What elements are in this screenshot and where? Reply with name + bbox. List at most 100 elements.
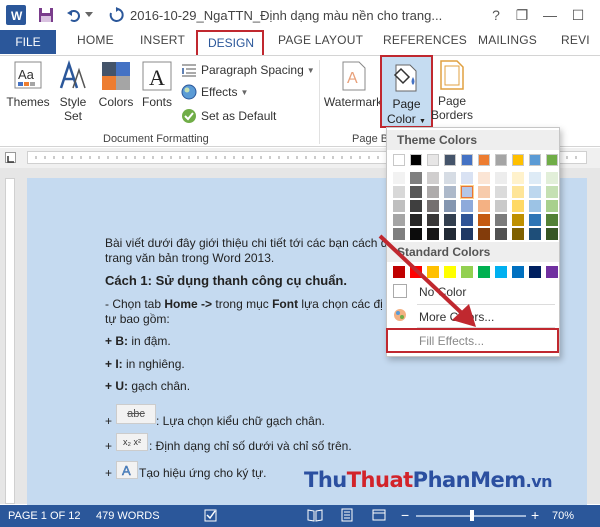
zoom-slider-thumb[interactable] bbox=[470, 510, 474, 521]
theme-color-swatch[interactable] bbox=[529, 154, 541, 166]
zoom-in-button[interactable]: + bbox=[531, 507, 539, 523]
tab-mailings[interactable]: MAILINGS bbox=[478, 33, 537, 47]
theme-shade-swatch[interactable] bbox=[512, 228, 524, 240]
themes-button[interactable]: Aa Themes bbox=[6, 60, 50, 109]
tab-references[interactable]: REFERENCES bbox=[383, 33, 467, 47]
theme-shade-swatch[interactable] bbox=[546, 172, 558, 184]
page-borders-button[interactable]: Page Borders bbox=[431, 59, 473, 122]
theme-shade-swatch[interactable] bbox=[393, 172, 405, 184]
word-logo-icon[interactable]: W bbox=[6, 5, 26, 25]
theme-shade-swatch[interactable] bbox=[427, 228, 439, 240]
theme-shade-swatch[interactable] bbox=[410, 172, 422, 184]
standard-color-swatch[interactable] bbox=[478, 266, 490, 278]
theme-shade-swatch[interactable] bbox=[546, 186, 558, 198]
theme-shade-swatch[interactable] bbox=[512, 200, 524, 212]
colors-button[interactable]: Colors bbox=[96, 60, 136, 109]
theme-shade-swatch[interactable] bbox=[410, 214, 422, 226]
theme-shade-swatch[interactable] bbox=[495, 172, 507, 184]
word-count[interactable]: 479 WORDS bbox=[96, 510, 160, 522]
standard-color-swatch[interactable] bbox=[529, 266, 541, 278]
theme-shade-swatch[interactable] bbox=[546, 200, 558, 212]
theme-shade-swatch[interactable] bbox=[461, 228, 473, 240]
theme-shade-swatch[interactable] bbox=[529, 214, 541, 226]
theme-shade-swatch[interactable] bbox=[478, 214, 490, 226]
effects-button[interactable]: Effects ▼ bbox=[181, 84, 248, 100]
standard-color-swatch[interactable] bbox=[512, 266, 524, 278]
theme-shade-swatch[interactable] bbox=[478, 172, 490, 184]
undo-icon[interactable] bbox=[64, 5, 84, 25]
tab-review[interactable]: REVI bbox=[561, 33, 590, 47]
theme-shade-swatch[interactable] bbox=[546, 228, 558, 240]
theme-shade-swatch[interactable] bbox=[461, 200, 473, 212]
standard-color-swatch[interactable] bbox=[444, 266, 456, 278]
no-color-item[interactable]: No Color bbox=[419, 285, 466, 299]
standard-color-swatch[interactable] bbox=[495, 266, 507, 278]
theme-shade-swatch[interactable] bbox=[495, 186, 507, 198]
tab-home[interactable]: HOME bbox=[77, 33, 114, 47]
theme-shade-swatch[interactable] bbox=[427, 186, 439, 198]
theme-color-swatch[interactable] bbox=[410, 154, 422, 166]
theme-shade-swatch[interactable] bbox=[444, 228, 456, 240]
help-button[interactable]: ? bbox=[484, 4, 508, 26]
theme-shade-swatch[interactable] bbox=[512, 186, 524, 198]
web-layout-icon[interactable] bbox=[372, 508, 386, 525]
theme-shade-swatch[interactable] bbox=[444, 214, 456, 226]
theme-shade-swatch[interactable] bbox=[444, 172, 456, 184]
more-colors-item[interactable]: More Colors... bbox=[419, 310, 494, 324]
tab-insert[interactable]: INSERT bbox=[140, 33, 185, 47]
theme-shade-swatch[interactable] bbox=[512, 214, 524, 226]
theme-shade-swatch[interactable] bbox=[393, 200, 405, 212]
theme-shade-swatch[interactable] bbox=[529, 228, 541, 240]
theme-shade-swatch[interactable] bbox=[444, 186, 456, 198]
print-layout-icon[interactable] bbox=[340, 508, 354, 525]
theme-shade-swatch[interactable] bbox=[461, 172, 473, 184]
theme-shade-swatch[interactable] bbox=[410, 186, 422, 198]
standard-color-swatch[interactable] bbox=[410, 266, 422, 278]
theme-color-swatch[interactable] bbox=[546, 154, 558, 166]
theme-shade-swatch[interactable] bbox=[478, 186, 490, 198]
theme-color-swatch[interactable] bbox=[478, 154, 490, 166]
minimize-button[interactable]: — bbox=[538, 4, 562, 26]
theme-shade-swatch[interactable] bbox=[410, 200, 422, 212]
vertical-ruler[interactable] bbox=[5, 178, 15, 504]
paragraph-spacing-button[interactable]: Paragraph Spacing ▼ bbox=[181, 62, 315, 78]
set-as-default-button[interactable]: Set as Default bbox=[181, 108, 276, 124]
theme-shade-swatch[interactable] bbox=[495, 214, 507, 226]
fonts-button[interactable]: A Fonts bbox=[140, 60, 174, 109]
theme-shade-swatch[interactable] bbox=[529, 200, 541, 212]
maximize-button[interactable]: ☐ bbox=[566, 4, 590, 26]
theme-color-swatch[interactable] bbox=[393, 154, 405, 166]
style-set-button[interactable]: Style Set bbox=[55, 60, 91, 123]
standard-color-swatch[interactable] bbox=[427, 266, 439, 278]
ribbon-display-options-button[interactable]: ❐ bbox=[510, 4, 534, 26]
theme-shade-swatch[interactable] bbox=[427, 214, 439, 226]
standard-color-swatch[interactable] bbox=[393, 266, 405, 278]
theme-shade-swatch[interactable] bbox=[529, 186, 541, 198]
theme-shade-swatch[interactable] bbox=[393, 186, 405, 198]
zoom-out-button[interactable]: − bbox=[401, 507, 409, 523]
theme-shade-swatch[interactable] bbox=[461, 214, 473, 226]
theme-shade-swatch[interactable] bbox=[512, 172, 524, 184]
theme-shade-swatch[interactable] bbox=[495, 228, 507, 240]
theme-shade-swatch[interactable] bbox=[427, 200, 439, 212]
theme-shade-swatch[interactable] bbox=[546, 214, 558, 226]
redo-icon[interactable] bbox=[106, 5, 126, 25]
tab-page-layout[interactable]: PAGE LAYOUT bbox=[278, 33, 363, 47]
theme-shade-swatch[interactable] bbox=[495, 200, 507, 212]
theme-shade-swatch[interactable] bbox=[529, 172, 541, 184]
tab-file[interactable]: FILE bbox=[0, 30, 56, 54]
theme-color-swatch[interactable] bbox=[495, 154, 507, 166]
read-mode-icon[interactable] bbox=[307, 508, 323, 525]
save-icon[interactable] bbox=[36, 5, 56, 25]
theme-shade-swatch[interactable] bbox=[427, 172, 439, 184]
theme-shade-swatch[interactable] bbox=[410, 228, 422, 240]
proofing-icon[interactable] bbox=[204, 508, 218, 525]
page-color-button[interactable]: Page Color ▼ bbox=[380, 55, 433, 128]
theme-shade-swatch[interactable] bbox=[478, 200, 490, 212]
theme-color-swatch[interactable] bbox=[444, 154, 456, 166]
tab-selector-icon[interactable] bbox=[5, 152, 16, 163]
theme-shade-swatch[interactable] bbox=[478, 228, 490, 240]
page-count[interactable]: PAGE 1 OF 12 bbox=[8, 510, 81, 522]
theme-color-swatch[interactable] bbox=[461, 154, 473, 166]
theme-shade-swatch[interactable] bbox=[393, 228, 405, 240]
